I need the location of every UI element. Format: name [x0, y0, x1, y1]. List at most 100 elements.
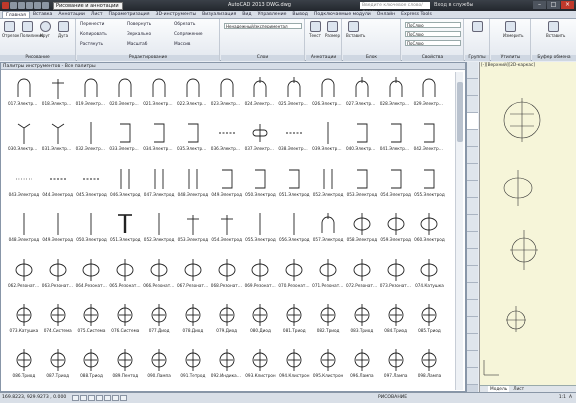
palette-tool[interactable]: 036.Электрод сетка: [210, 117, 244, 162]
palette-tab[interactable]: [467, 283, 478, 300]
palette-tool[interactable]: 027.Электрод катод подогр: [345, 72, 379, 117]
stretch-tool[interactable]: Растянуть: [80, 42, 103, 47]
palette-tool[interactable]: 091.Тетрод: [176, 344, 210, 389]
move-tool[interactable]: Перенести: [80, 22, 104, 27]
ribbon-tab[interactable]: Главная: [2, 11, 30, 18]
palette-tab[interactable]: [467, 198, 478, 215]
ribbon-tab[interactable]: Параметризация: [106, 11, 153, 18]
login-button[interactable]: Вход в службы: [434, 2, 473, 8]
snap-toggle[interactable]: [72, 395, 79, 401]
palette-tool[interactable]: 052.Электрод: [311, 163, 345, 208]
palette-tool[interactable]: 074.Система: [41, 299, 75, 344]
osnap-toggle[interactable]: [104, 395, 111, 401]
drawing-area[interactable]: [-][Верхний][2D-каркас] Модель Лист: [479, 62, 576, 392]
palette-tool[interactable]: 048.Электрод: [176, 163, 210, 208]
palette-tool[interactable]: 026.Электрод катод подогр: [311, 72, 345, 117]
palette-tool[interactable]: 046.Электрод: [108, 163, 142, 208]
palette-tool[interactable]: 023.Электрод катод подогр: [210, 72, 244, 117]
palette-tool[interactable]: 058.Электрод: [345, 208, 379, 253]
ribbon-tab[interactable]: Вставка: [30, 11, 55, 18]
palette-tool[interactable]: 051.Электрод: [277, 163, 311, 208]
ribbon-tab[interactable]: Лист: [88, 11, 106, 18]
palette-tool[interactable]: 055.Электрод: [413, 163, 447, 208]
palette-tool[interactable]: 060.Электрод: [413, 208, 447, 253]
palette-tool[interactable]: 072.Резонатор: [345, 254, 379, 299]
measure-button[interactable]: Измерить: [503, 21, 523, 38]
palette-tool[interactable]: 024.Электрод катод подогр: [244, 72, 277, 117]
palette-tool[interactable]: 040.Электрод фокусирующ: [345, 117, 379, 162]
palette-tool[interactable]: 097.Лампа: [379, 344, 413, 389]
annotation-visibility[interactable]: А: [569, 393, 572, 403]
array-tool[interactable]: Массив: [174, 42, 190, 47]
viewport-label[interactable]: [-][Верхний][2D-каркас]: [481, 63, 535, 68]
palette-tab[interactable]: [467, 334, 478, 351]
palette-tab[interactable]: [467, 147, 478, 164]
grid-toggle[interactable]: [80, 395, 87, 401]
ortho-toggle[interactable]: [88, 395, 95, 401]
palette-tool[interactable]: 052.Электрод: [142, 208, 176, 253]
palette-tab[interactable]: [467, 266, 478, 283]
palette-tool[interactable]: 022.Электрод катод подогр: [176, 72, 210, 117]
palette-tool[interactable]: 087.Триод: [41, 344, 75, 389]
ribbon-tab[interactable]: Аннотации: [55, 11, 88, 18]
ribbon-tab[interactable]: Визуализация: [199, 11, 239, 18]
palette-tool[interactable]: 094.Клистрон: [277, 344, 311, 389]
palette-scrollbar[interactable]: [455, 72, 463, 390]
palette-tool[interactable]: 049.Электрод: [210, 163, 244, 208]
copy-tool[interactable]: Копировать: [80, 32, 107, 37]
palette-tool[interactable]: 042.Электрод фокусирующ: [413, 117, 446, 162]
ribbon-tab[interactable]: Вид: [239, 11, 254, 18]
text-button[interactable]: Текст: [308, 21, 322, 38]
app-menu-icon[interactable]: [2, 2, 9, 9]
insert-block-button[interactable]: Вставить: [346, 21, 365, 38]
redo-icon[interactable]: [42, 2, 49, 9]
palette-tool[interactable]: 050.Электрод: [244, 163, 278, 208]
palette-tool[interactable]: 073.Резонатор: [379, 254, 413, 299]
palette-tool[interactable]: 054.Электрод: [379, 163, 413, 208]
undo-icon[interactable]: [34, 2, 41, 9]
palette-tool[interactable]: 033.Электрод компенсир: [108, 117, 142, 162]
palette-tool[interactable]: 069.Резонатор: [244, 254, 278, 299]
palette-tool[interactable]: 050.Электрод: [75, 208, 109, 253]
minimize-icon[interactable]: –: [533, 1, 546, 9]
palette-tool[interactable]: 045.Электрод: [75, 163, 109, 208]
palette-tool[interactable]: 068.Резонатор: [210, 254, 244, 299]
palette-tool[interactable]: 088.Триод: [75, 344, 109, 389]
palette-tool[interactable]: 071.Резонатор: [311, 254, 345, 299]
ribbon-tab[interactable]: Express Tools: [398, 11, 435, 18]
palette-tool[interactable]: 063.Резонатор: [41, 254, 75, 299]
palette-tool[interactable]: 095.Клистрон: [311, 344, 345, 389]
palette-tool[interactable]: 077.Диод: [142, 299, 176, 344]
palette-tool[interactable]: 090.Лампа: [142, 344, 176, 389]
palette-tool[interactable]: 019.Электрод анод: [75, 72, 108, 117]
maximize-icon[interactable]: □: [547, 1, 560, 9]
palette-tool[interactable]: 053.Электрод: [176, 208, 210, 253]
palette-tab[interactable]: [467, 368, 478, 385]
lineweight-toggle[interactable]: [120, 395, 127, 401]
ribbon-tab[interactable]: 3D-инструменты: [153, 11, 200, 18]
scroll-thumb[interactable]: [457, 82, 463, 142]
ribbon-tab[interactable]: Управление: [255, 11, 290, 18]
palette-tool[interactable]: 029.Электрод катод подогр: [413, 72, 446, 117]
palette-tool[interactable]: 086.Триод: [7, 344, 41, 389]
palette-tab[interactable]: [467, 113, 478, 130]
palette-tab[interactable]: [467, 215, 478, 232]
palette-tool[interactable]: 093.Клистрон: [244, 344, 278, 389]
palette-tab[interactable]: [467, 249, 478, 266]
palette-tool[interactable]: 059.Электрод: [379, 208, 413, 253]
palette-tool[interactable]: 067.Резонатор: [176, 254, 210, 299]
ribbon-tab[interactable]: Подключаемые модули: [311, 11, 374, 18]
palette-tool[interactable]: 065.Резонатор: [108, 254, 142, 299]
new-icon[interactable]: [10, 2, 17, 9]
close-icon[interactable]: ×: [561, 1, 574, 9]
arc-button[interactable]: Дуга: [56, 21, 70, 38]
scale-tool[interactable]: Масштаб: [127, 42, 147, 47]
palette-tool[interactable]: 020.Электрод катод прям: [108, 72, 142, 117]
open-icon[interactable]: [18, 2, 25, 9]
palette-tool[interactable]: 021.Электрод катод прям: [142, 72, 176, 117]
palette-tool[interactable]: 018.Электрод анод: [41, 72, 75, 117]
ribbon-tab[interactable]: Вывод: [289, 11, 310, 18]
palette-tool[interactable]: 034.Электрод компенсир: [142, 117, 176, 162]
palette-tool[interactable]: 037.Электрод сетка: [244, 117, 277, 162]
palette-tool[interactable]: 074.Катушка: [413, 254, 447, 299]
